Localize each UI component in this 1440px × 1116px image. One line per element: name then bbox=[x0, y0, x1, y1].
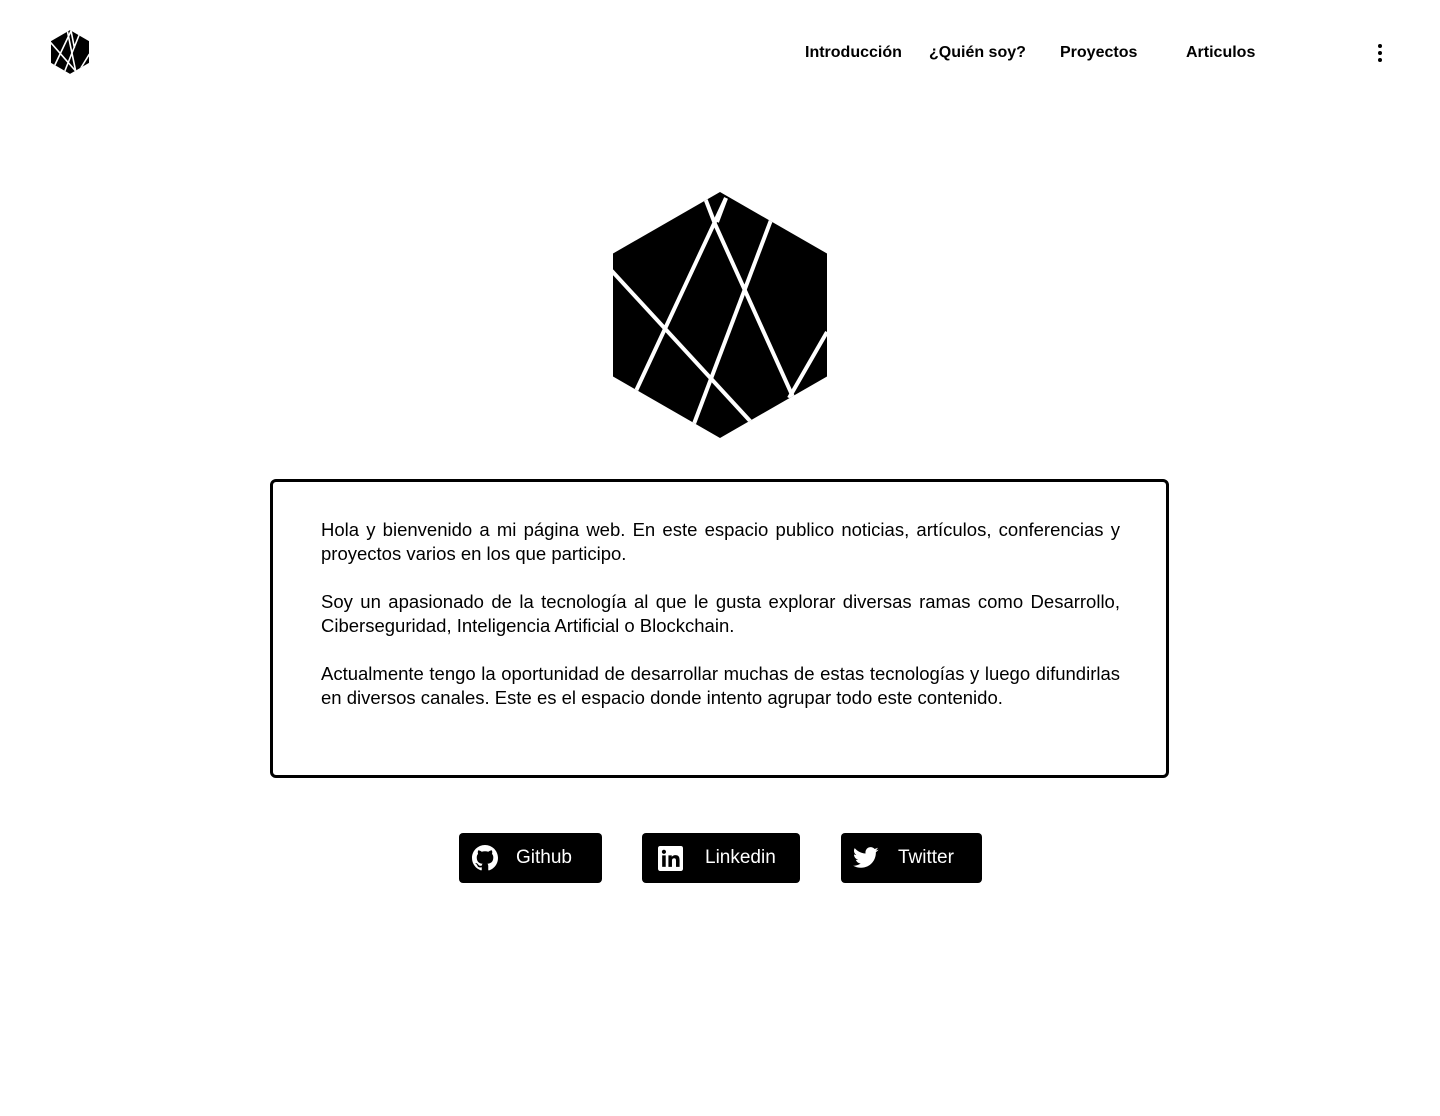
twitter-icon bbox=[853, 845, 879, 871]
intro-card: Hola y bienvenido a mi página web. En es… bbox=[270, 479, 1169, 778]
linkedin-icon bbox=[657, 845, 683, 871]
intro-paragraph-current: Actualmente tengo la oportunidad de desa… bbox=[321, 663, 1120, 708]
nav-link-quien-soy[interactable]: ¿Quién soy? bbox=[929, 43, 1026, 63]
github-icon bbox=[472, 845, 498, 871]
github-button[interactable]: Github bbox=[459, 833, 602, 883]
twitter-button-label: Twitter bbox=[898, 847, 954, 868]
nav-link-proyectos[interactable]: Proyectos bbox=[1060, 43, 1137, 63]
twitter-button[interactable]: Twitter bbox=[841, 833, 982, 883]
intro-text: Hola y bienvenido a mi página web. En es… bbox=[321, 518, 1120, 734]
nav-link-introduccion[interactable]: Introducción bbox=[805, 43, 902, 63]
hero-logo bbox=[613, 192, 827, 438]
hexagon-logo-icon bbox=[51, 30, 89, 74]
kebab-menu-icon bbox=[1378, 44, 1382, 48]
nav-link-articulos[interactable]: Articulos bbox=[1186, 43, 1255, 63]
kebab-menu-button[interactable] bbox=[1370, 41, 1390, 65]
kebab-dot bbox=[1378, 51, 1382, 55]
linkedin-button[interactable]: Linkedin bbox=[642, 833, 800, 883]
linkedin-button-label: Linkedin bbox=[705, 847, 776, 868]
site-header: Introducción ¿Quién soy? Proyectos Artic… bbox=[0, 0, 1440, 106]
hexagon-logo-icon bbox=[613, 192, 827, 438]
intro-paragraph-passion: Soy un apasionado de la tecnología al qu… bbox=[321, 591, 1120, 636]
home-logo-link[interactable] bbox=[51, 30, 89, 74]
kebab-dot bbox=[1378, 58, 1382, 62]
github-button-label: Github bbox=[516, 847, 572, 868]
intro-paragraph-welcome: Hola y bienvenido a mi página web. En es… bbox=[321, 519, 1120, 564]
